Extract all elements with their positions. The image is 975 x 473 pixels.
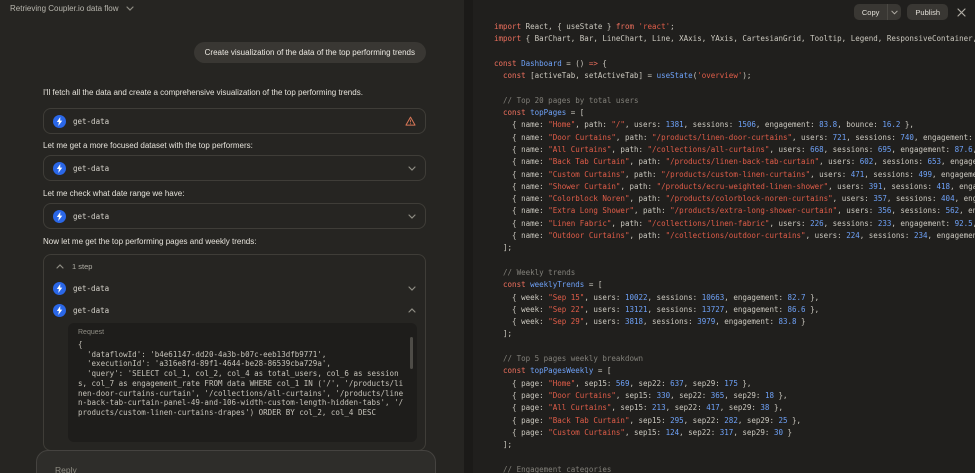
steps-group: 1 step get-data get-data Request {'data…	[43, 254, 426, 451]
tool-call-get-data[interactable]: get-data	[44, 299, 425, 321]
warning-icon	[405, 116, 416, 126]
publish-button[interactable]: Publish	[907, 4, 948, 20]
tool-call-label: get-data	[73, 116, 110, 126]
tool-call-label: get-data	[73, 163, 110, 173]
conversation-title-dropdown[interactable]: Retrieving Coupler.io data flow	[10, 4, 134, 13]
chevron-down-icon[interactable]	[408, 285, 416, 291]
tool-call-get-data[interactable]: get-data	[44, 277, 425, 299]
scrollbar-thumb[interactable]	[410, 337, 413, 369]
chevron-down-icon[interactable]	[408, 213, 416, 219]
user-message: Create visualization of the data of the …	[193, 42, 426, 63]
tool-call-get-data[interactable]: get-data	[43, 155, 426, 181]
close-icon[interactable]	[957, 7, 966, 17]
tool-call-label: get-data	[73, 211, 110, 221]
conversation-title: Retrieving Coupler.io data flow	[10, 4, 119, 13]
chevron-up-icon[interactable]	[408, 307, 416, 313]
coupler-icon	[53, 303, 66, 317]
coupler-icon	[53, 114, 66, 128]
chevron-down-icon	[125, 6, 134, 11]
assistant-message: I'll fetch all the data and create a com…	[43, 88, 363, 97]
copy-options-button[interactable]	[887, 4, 901, 20]
assistant-message: Let me check what date range we have:	[43, 189, 185, 198]
steps-count-label: 1 step	[72, 261, 93, 271]
artifact-toolbar: Copy Publish	[853, 4, 966, 20]
copy-button-label: Copy	[861, 7, 880, 17]
chat-panel: Retrieving Coupler.io data flow Create v…	[0, 0, 464, 473]
chevron-up-icon	[56, 263, 64, 269]
tool-call-get-data[interactable]: get-data	[43, 203, 426, 229]
assistant-message: Let me get a more focused dataset with t…	[43, 141, 253, 150]
assistant-message: Now let me get the top performing pages …	[43, 237, 257, 246]
code-editor[interactable]: import React, { useState } from 'react';…	[494, 21, 975, 473]
chat-header: Retrieving Coupler.io data flow	[0, 0, 464, 17]
chevron-down-icon[interactable]	[408, 165, 416, 171]
app-window: Retrieving Coupler.io data flow Create v…	[0, 0, 975, 473]
reply-placeholder: Reply	[55, 465, 77, 473]
request-block: Request { 'dataflowId': 'b4e61147-dd20-4…	[68, 323, 417, 442]
tool-call-label: get-data	[73, 305, 110, 315]
artifact-panel: Copy Publish import React, { useState } …	[473, 0, 975, 473]
reply-input[interactable]: Reply	[36, 450, 436, 473]
coupler-icon	[53, 161, 66, 175]
publish-button-label: Publish	[915, 7, 940, 17]
panel-divider	[464, 0, 473, 473]
coupler-icon	[53, 209, 66, 223]
tool-call-get-data[interactable]: get-data	[43, 108, 426, 134]
tool-call-label: get-data	[73, 283, 110, 293]
request-label: Request	[78, 329, 105, 336]
copy-button[interactable]: Copy	[853, 4, 902, 20]
coupler-icon	[53, 281, 66, 295]
steps-toggle[interactable]: 1 step	[44, 255, 425, 277]
chat-thread: Create visualization of the data of the …	[43, 16, 426, 451]
request-code: { 'dataflowId': 'b4e61147-dd20-4a3b-b07c…	[78, 340, 404, 417]
